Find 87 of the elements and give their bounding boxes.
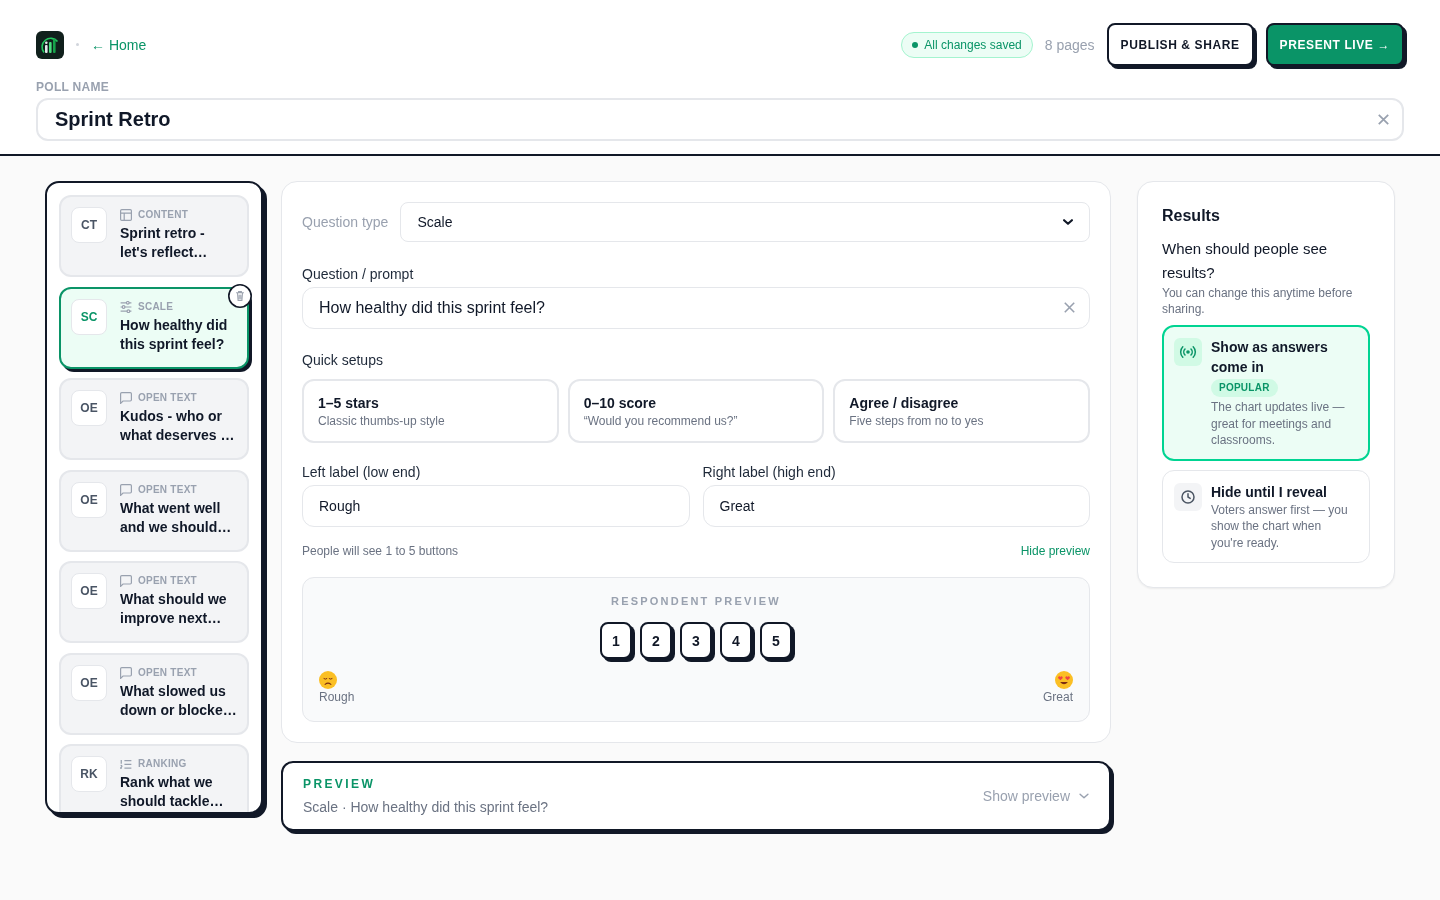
respondent-preview-heading: RESPONDENT PREVIEW (610, 594, 782, 608)
page-title: Kudos - who or what deserves … (120, 407, 236, 445)
clock-icon (1174, 482, 1202, 511)
question-type-dropdown[interactable]: Scale (400, 202, 1090, 242)
poll-name-field[interactable]: Sprint Retro (36, 98, 1404, 141)
publish-button[interactable]: PUBLISH & SHARE (1106, 23, 1254, 66)
page-title: How healthy did this sprint feel? (120, 315, 229, 354)
broadcast-icon (1174, 338, 1202, 366)
page-type-label: OPEN TEXT (138, 665, 197, 680)
page-count: 8 pages (1044, 35, 1095, 55)
save-status-text: All changes saved (924, 36, 1022, 53)
low-label-caption: Left label (low end) (302, 463, 422, 482)
page-card[interactable]: OE OPEN TEXT What went well and we should… (59, 469, 249, 552)
page-title: What went well and we should… (120, 498, 233, 537)
page-type-code: SC (71, 298, 107, 335)
results-option-title: Hide until I reveal (1211, 482, 1327, 502)
chevron-down-icon (1063, 219, 1073, 225)
page-type-label: OPEN TEXT (138, 482, 197, 497)
trash-icon[interactable] (228, 283, 252, 308)
quick-setup-option[interactable]: Agree / disagree Five steps from no to yes (833, 379, 1090, 443)
results-option[interactable]: Show as answers come in POPULAR The chart updates live — great for meetings and classrooms. (1162, 325, 1370, 461)
sliders-icon (120, 300, 132, 313)
speech-bubble-icon (120, 392, 132, 404)
results-option-title: Show as answers come in (1211, 338, 1329, 377)
prompt-label: Question / prompt (302, 265, 415, 284)
results-question: When should people see results? (1162, 239, 1329, 283)
question-type-label: Question type (302, 213, 389, 232)
hide-preview-link[interactable]: Hide preview (1020, 543, 1090, 559)
present-live-button[interactable]: PRESENT LIVE → (1265, 23, 1404, 66)
scale-option-button[interactable]: 2 (640, 622, 672, 659)
scale-option-button[interactable]: 5 (760, 622, 792, 659)
page-card[interactable]: SC SCALE How healthy did this sprint feel? (59, 286, 249, 369)
speech-bubble-icon (120, 575, 132, 587)
page-type-code: OE (71, 390, 107, 426)
page-card[interactable]: OE OPEN TEXT What slowed us down or blocke… (59, 652, 249, 735)
page-type-code: RK (71, 756, 107, 792)
status-dot-icon (912, 41, 919, 48)
page-type-code: CT (71, 207, 107, 243)
page-title: What slowed us down or blocke… (120, 681, 238, 720)
quick-setup-option[interactable]: 0–10 score “Would you recommend us?” (567, 379, 825, 443)
high-end-label: Great (1043, 689, 1073, 705)
page-type-code: OE (71, 664, 107, 701)
page-type-label: OPEN TEXT (138, 391, 197, 405)
sad-face-icon (319, 671, 337, 689)
scale-hint: People will see 1 to 5 buttons (302, 543, 459, 559)
page-card[interactable]: CT CONTENT Sprint retro - let's reflect… (59, 195, 249, 277)
scale-option-button[interactable]: 1 (600, 622, 632, 659)
home-link[interactable]: ← Home (91, 34, 147, 55)
highlight-badge: POPULAR (1211, 379, 1278, 397)
logo-icon[interactable] (36, 30, 64, 59)
layout-icon (120, 209, 132, 221)
page-card[interactable]: OE OPEN TEXT Kudos - who or what deserves … (59, 378, 249, 460)
speech-bubble-icon (120, 666, 132, 679)
low-label-field[interactable]: Rough (302, 485, 690, 527)
results-title: Results (1162, 206, 1221, 226)
speech-bubble-icon (120, 483, 132, 496)
page-card[interactable]: RK RANKING Rank what we should tackle… (59, 744, 249, 812)
heart-eyes-face-icon (1055, 671, 1073, 689)
page-type-label: SCALE (138, 299, 174, 314)
numbered-list-icon (120, 758, 132, 770)
quick-setup-option[interactable]: 1–5 stars Classic thumbs-up style (302, 379, 559, 443)
page-title: Sprint retro - let's reflect… (120, 224, 209, 262)
scale-option-button[interactable]: 3 (680, 622, 712, 659)
page-type-code: OE (71, 481, 107, 518)
results-hint: You can change this anytime before sharing. (1162, 285, 1354, 317)
results-option-description: Voters answer first — you show the chart when you're ready. (1211, 501, 1349, 551)
low-end-label: Rough (319, 689, 355, 705)
poll-name-label: POLL NAME (36, 79, 111, 95)
page-type-label: OPEN TEXT (138, 574, 197, 588)
page-card[interactable]: OE OPEN TEXT What should we improve next… (59, 561, 249, 643)
preview-summary: Scale · How healthy did this sprint feel? (303, 797, 549, 817)
quick-setups-label: Quick setups (302, 351, 384, 370)
preview-heading: PREVIEW (303, 775, 377, 792)
results-option[interactable]: Hide until I reveal Voters answer first — you show the chart when you're ready. (1162, 469, 1370, 563)
high-label-field[interactable]: Great (702, 485, 1090, 527)
prompt-field[interactable]: How healthy did this sprint feel? (302, 287, 1090, 329)
high-label-caption: Right label (high end) (702, 463, 837, 482)
page-type-label: CONTENT (138, 208, 189, 222)
page-type-code: OE (71, 573, 107, 609)
page-type-label: RANKING (138, 757, 187, 771)
results-option-description: The chart updates live — great for meetings and classrooms. (1211, 399, 1346, 449)
clear-icon[interactable] (1064, 302, 1075, 313)
clear-icon[interactable] (1378, 114, 1389, 125)
scale-option-button[interactable]: 4 (720, 622, 752, 659)
page-title: What should we improve next… (120, 590, 228, 628)
page-title: Rank what we should tackle… (120, 773, 225, 811)
chevron-down-icon (1079, 793, 1089, 799)
